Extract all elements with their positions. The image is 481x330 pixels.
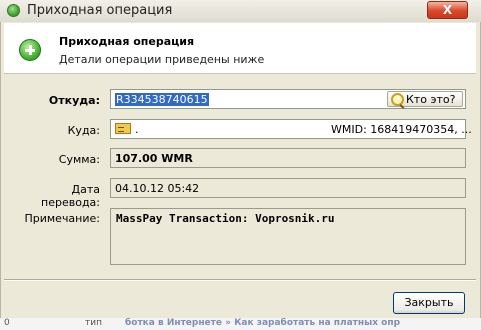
dialog-header: Приходная операция Детали операции приве… bbox=[4, 23, 476, 74]
background-link[interactable]: ботка в Интернете » Как заработать на пл… bbox=[125, 318, 400, 328]
close-window-button[interactable]: X bbox=[427, 1, 468, 19]
from-label: Откуда: bbox=[48, 94, 100, 107]
date-field: 04.10.12 05:42 bbox=[110, 178, 466, 198]
separator bbox=[4, 279, 476, 281]
note-value: MassPay Transaction: Voprosnik.ru bbox=[116, 212, 335, 225]
note-field: MassPay Transaction: Voprosnik.ru bbox=[110, 208, 466, 265]
to-label: Куда: bbox=[67, 124, 100, 137]
amount-value: 107.00 WMR bbox=[115, 152, 193, 165]
close-button[interactable]: Закрыть bbox=[393, 292, 465, 314]
from-field[interactable]: R334538740615 Кто это? bbox=[110, 89, 466, 109]
amount-label: Сумма: bbox=[58, 153, 100, 166]
background-text-mid: тип bbox=[85, 318, 102, 328]
to-field[interactable]: . WMID: 168419470354, ... bbox=[110, 119, 472, 139]
background-text-left: 0 bbox=[4, 318, 10, 328]
add-green-icon bbox=[19, 39, 41, 61]
header-subtitle: Детали операции приведены ниже bbox=[59, 53, 265, 66]
header-title: Приходная операция bbox=[59, 35, 195, 48]
whois-label: Кто это? bbox=[406, 93, 456, 106]
magnifier-user-icon bbox=[391, 93, 404, 106]
add-green-icon bbox=[7, 4, 20, 17]
background-window-strip: 0 тип ботка в Интернете » Как заработать… bbox=[0, 318, 481, 330]
to-purse-value: . bbox=[135, 123, 139, 136]
date-label: Дата перевода: bbox=[41, 183, 100, 209]
date-value: 04.10.12 05:42 bbox=[115, 182, 200, 195]
whois-button[interactable]: Кто это? bbox=[387, 91, 463, 107]
window-title: Приходная операция bbox=[27, 3, 173, 18]
title-bar: Приходная операция X bbox=[0, 0, 481, 23]
from-purse-value[interactable]: R334538740615 bbox=[115, 93, 209, 106]
amount-field: 107.00 WMR bbox=[110, 148, 466, 168]
note-label: Примечание: bbox=[24, 212, 100, 225]
wallet-icon bbox=[115, 123, 131, 134]
to-wmid-value: WMID: 168419470354, ... bbox=[331, 123, 472, 136]
